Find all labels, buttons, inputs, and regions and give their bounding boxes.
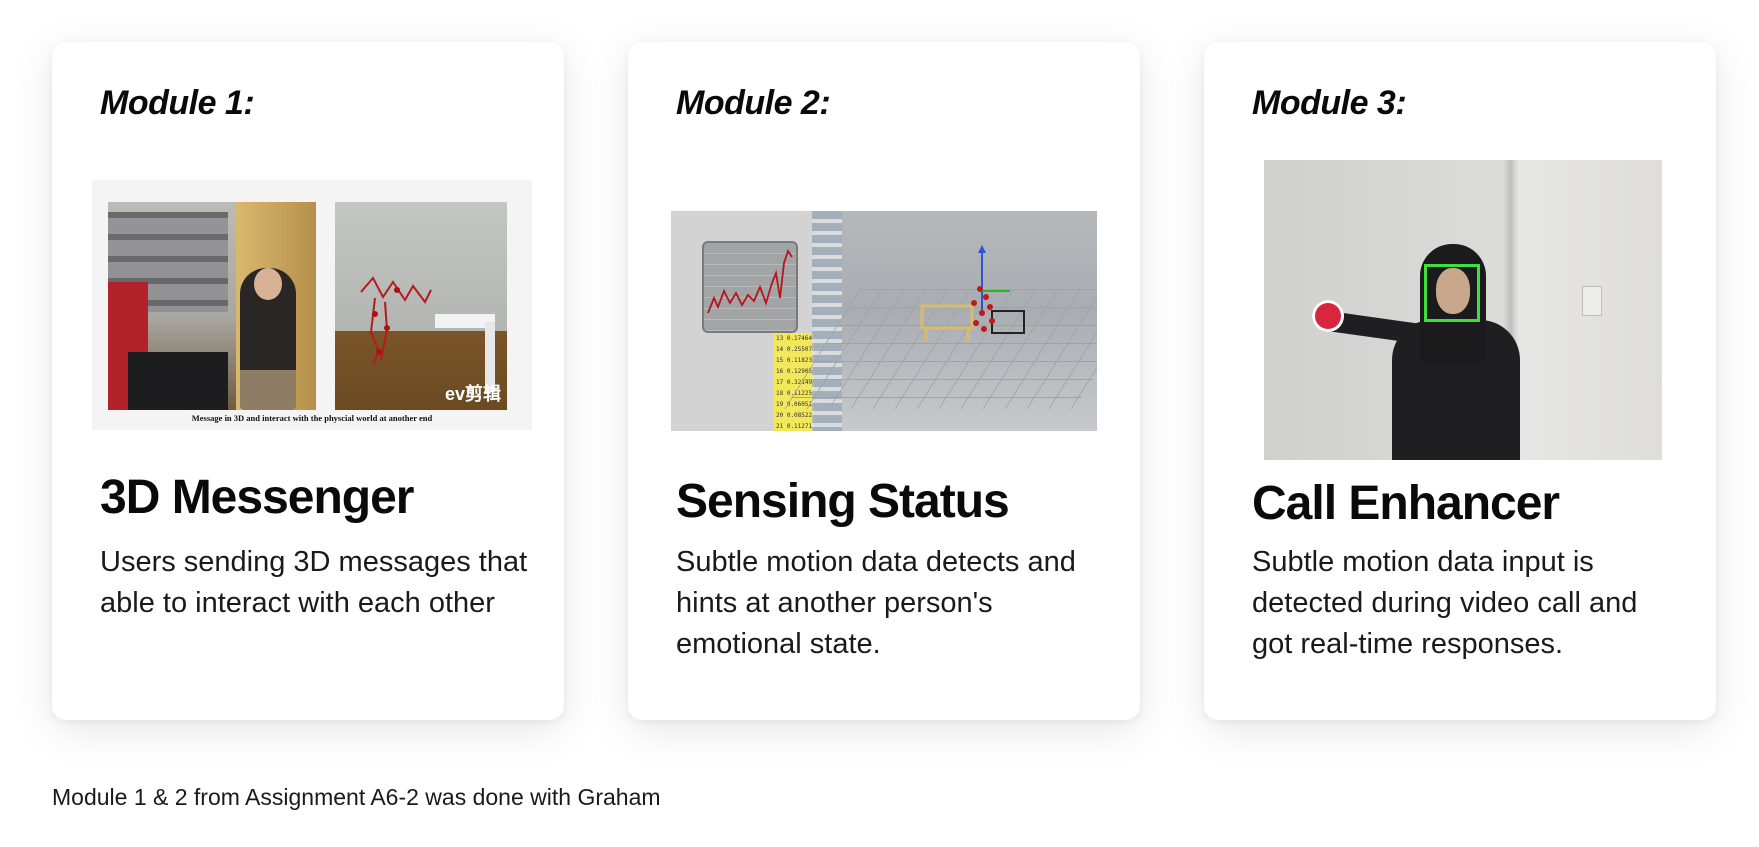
card-description: Subtle motion data input is detected dur… <box>1252 546 1638 660</box>
image-caption: Message in 3D and interact with the phys… <box>191 413 433 423</box>
module-card-2: Module 2: 13 0.17464 14 0.25507 15 0.118… <box>628 42 1140 720</box>
module-2-image: 13 0.17464 14 0.25507 15 0.11823 16 0.12… <box>671 211 1097 431</box>
card-description: Subtle motion data detects and hints at … <box>676 546 1076 660</box>
watermark-brand: ev剪辑 <box>444 384 501 404</box>
light-switch <box>1582 286 1602 316</box>
module-1-image: ev剪辑 Message in 3D and interact with the… <box>92 180 532 430</box>
hand-sprite-icon <box>1312 300 1344 332</box>
module-card-3: Module 3: Call Enhancer Subtle motion da… <box>1204 42 1716 720</box>
module-3-image <box>1264 160 1662 460</box>
module-label: Module 3: <box>1252 84 1407 122</box>
workshop-photo <box>108 202 316 410</box>
3d-viewport <box>784 211 1097 431</box>
card-title: 3D Messenger <box>100 471 414 524</box>
module-card-1: Module 1: ev剪辑 Message in 3D and interac… <box>52 42 564 720</box>
3d-scribble-graphic <box>360 276 432 365</box>
module-cards: Module 1: ev剪辑 Message in 3D and interac… <box>0 0 1759 740</box>
scene-graphic <box>920 245 1025 341</box>
card-title: Call Enhancer <box>1252 477 1560 530</box>
footnote: Module 1 & 2 from Assignment A6-2 was do… <box>52 784 661 810</box>
signal-graph <box>702 241 798 333</box>
face-detection-box <box>1424 264 1480 322</box>
module-label: Module 2: <box>676 84 831 122</box>
card-title: Sensing Status <box>676 475 1010 528</box>
card-description: Users sending 3D messages that able to i… <box>100 546 528 619</box>
3d-message-render: ev剪辑 <box>335 202 507 410</box>
module-label: Module 1: <box>100 84 255 122</box>
